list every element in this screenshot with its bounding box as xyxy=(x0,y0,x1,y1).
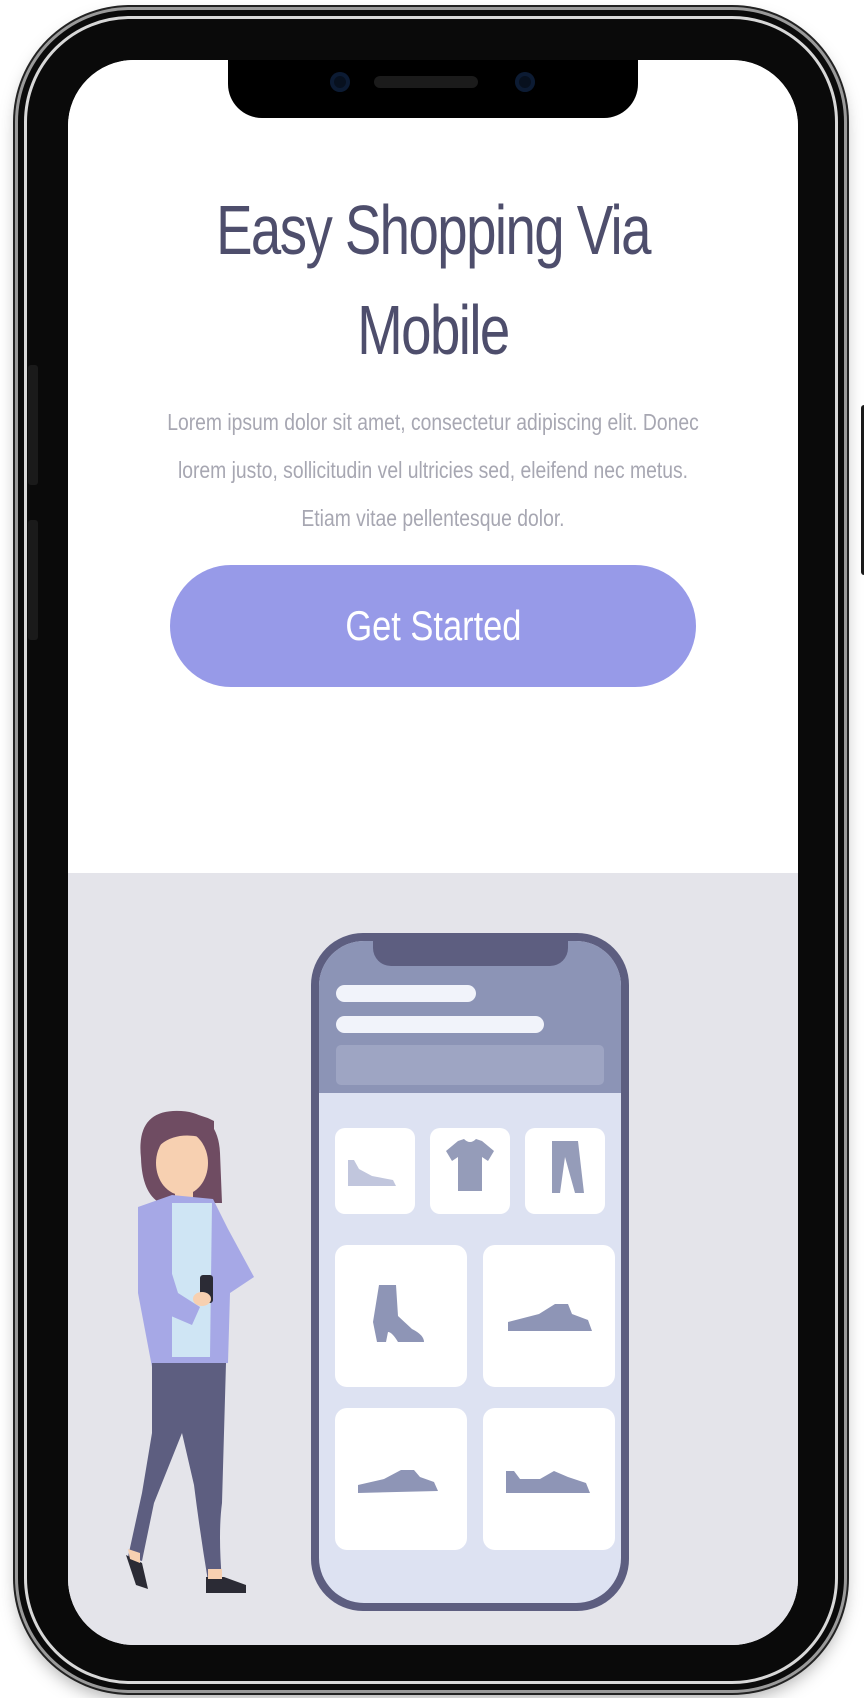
volume-down-button xyxy=(28,520,38,640)
get-started-label: Get Started xyxy=(344,602,522,649)
volume-up-button xyxy=(28,365,38,485)
product-tile-tshirt xyxy=(430,1128,510,1214)
hero-title-line-2: Mobile xyxy=(357,291,510,369)
get-started-button[interactable]: Get Started xyxy=(170,565,696,687)
product-tile-sneaker-3 xyxy=(483,1408,615,1550)
speaker-grille xyxy=(374,76,478,88)
sensor-icon xyxy=(515,72,535,92)
hero-title-line-1: Easy Shopping Via xyxy=(216,191,651,269)
product-tile-sneaker-2 xyxy=(335,1408,467,1550)
product-tile-sneaker-1 xyxy=(483,1245,615,1387)
product-tile-shoe xyxy=(335,1128,415,1214)
hero-title: Easy Shopping Via Mobile xyxy=(180,180,687,380)
camera-icon xyxy=(330,72,350,92)
product-tile-boot xyxy=(335,1245,467,1387)
hero-description: Lorem ipsum dolor sit amet, consectetur … xyxy=(167,409,699,531)
product-tile-pants xyxy=(525,1128,605,1214)
illustration-section xyxy=(68,873,798,1645)
phone-screen: Easy Shopping Via Mobile Lorem ipsum dol… xyxy=(68,60,798,1645)
hero-section: Easy Shopping Via Mobile Lorem ipsum dol… xyxy=(68,60,798,873)
woman-figure xyxy=(126,1110,254,1593)
device-notch xyxy=(228,60,638,118)
shopping-illustration xyxy=(126,933,629,1611)
